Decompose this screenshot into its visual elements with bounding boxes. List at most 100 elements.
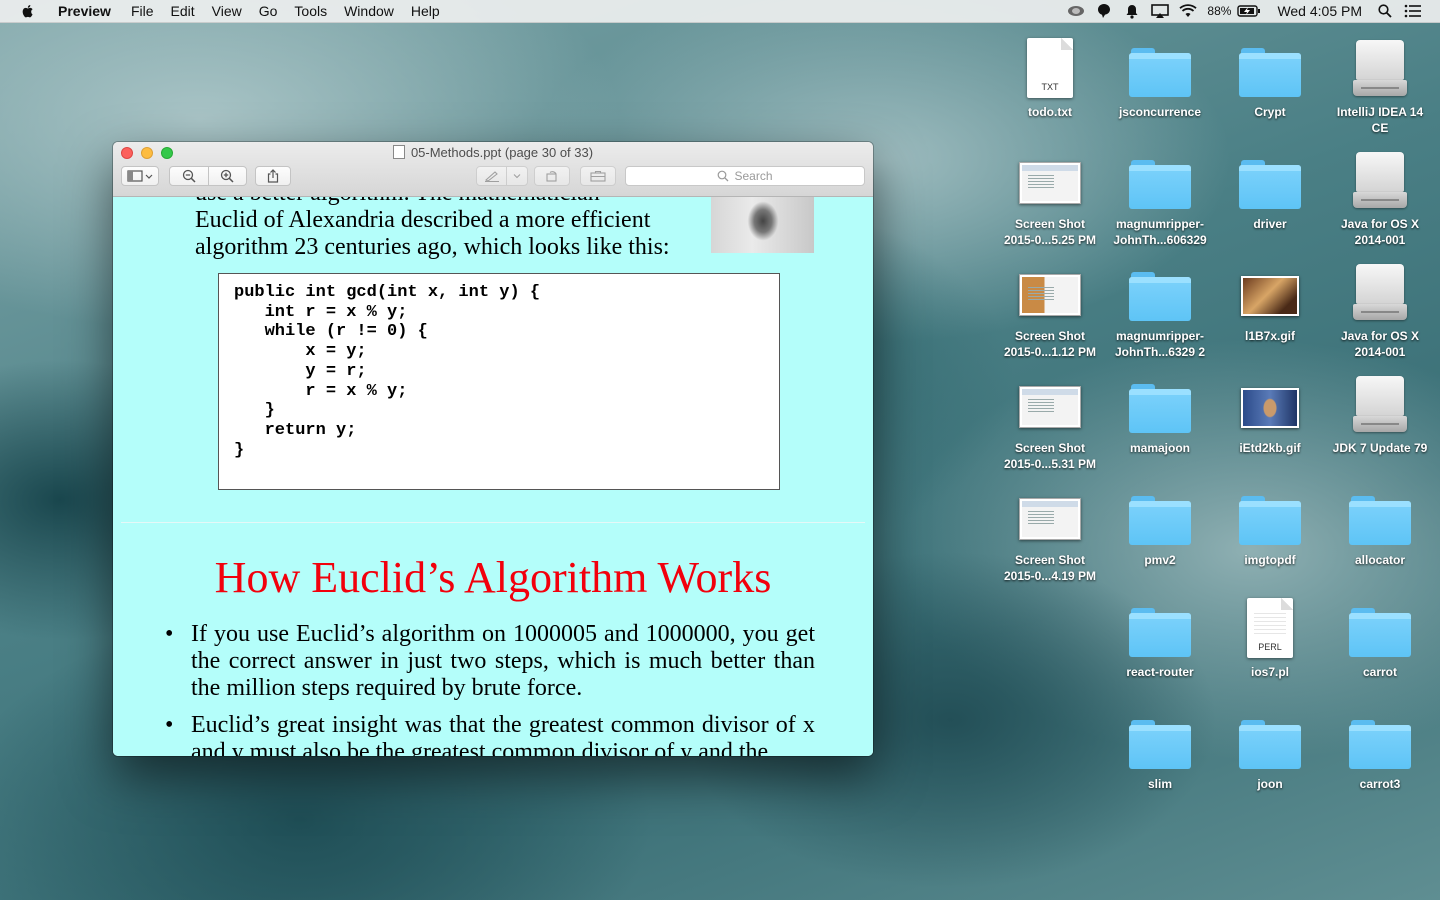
apple-menu-icon[interactable]: [20, 3, 36, 19]
zoom-out-icon: [182, 169, 196, 183]
desktop-item-label: Java for OS X 2014-001: [1340, 329, 1420, 359]
folder-icon: [1349, 720, 1411, 770]
menu-clock[interactable]: Wed 4:05 PM: [1277, 3, 1362, 19]
toolbox-button[interactable]: [580, 166, 616, 186]
euclid-portrait-image: [711, 197, 814, 253]
desktop-item-magnumripper-2[interactable]: magnumripper- JohnTh...6329 2: [1105, 254, 1215, 360]
desktop-item-pmv2[interactable]: pmv2: [1105, 478, 1215, 568]
search-icon: [718, 170, 729, 182]
chat-bubble-icon[interactable]: [1095, 3, 1113, 19]
sidebar-icon: [127, 170, 153, 182]
bullet-text: Euclid’s great insight was that the grea…: [191, 712, 815, 756]
desktop-item-magnumripper-1[interactable]: magnumripper- JohnTh...606329: [1105, 142, 1215, 248]
zoom-controls: [169, 166, 247, 186]
spotlight-search-icon[interactable]: [1376, 3, 1394, 19]
desktop-item-label: Screen Shot 2015-0...5.31 PM: [1003, 441, 1097, 471]
battery-percent: 88%: [1207, 4, 1232, 18]
notification-bell-icon[interactable]: [1123, 3, 1141, 19]
desktop-item-java-1[interactable]: Java for OS X 2014-001: [1325, 142, 1435, 248]
desktop-item-screenshot-2[interactable]: Screen Shot 2015-0...1.12 PM: [995, 254, 1105, 360]
folder-icon: [1129, 160, 1191, 210]
desktop-item-label: Screen Shot 2015-0...4.19 PM: [1003, 553, 1097, 583]
screenshot-thumbnail-icon: [1019, 498, 1081, 540]
folder-icon: [1239, 720, 1301, 770]
menu-help[interactable]: Help: [411, 3, 440, 19]
desktop-item-label: react-router: [1126, 665, 1194, 679]
bullet-text: If you use Euclid’s algorithm on 1000005…: [191, 621, 815, 701]
desktop-item-gif-2[interactable]: iEtd2kb.gif: [1215, 366, 1325, 456]
rotate-button[interactable]: [534, 166, 570, 186]
share-button[interactable]: [255, 166, 291, 186]
zoom-in-icon: [221, 169, 234, 183]
desktop-item-label: JDK 7 Update 79: [1332, 441, 1428, 455]
folder-icon: [1239, 48, 1301, 98]
status-area: 88% Wed 4:05 PM: [1067, 0, 1440, 22]
desktop-item-crypt[interactable]: Crypt: [1215, 30, 1325, 120]
disk-image-icon: [1353, 264, 1407, 322]
pen-icon: [484, 171, 499, 182]
desktop-item-react-router[interactable]: react-router: [1105, 590, 1215, 680]
gcd-code: public int gcd(int x, int y) { int r = x…: [234, 283, 541, 460]
desktop-item-label: Crypt: [1254, 105, 1286, 119]
preview-window: 05-Methods.ppt (page 30 of 33) Search Eu…: [113, 142, 873, 756]
search-field[interactable]: Search: [625, 166, 865, 186]
menu-go[interactable]: Go: [259, 3, 278, 19]
menu-file[interactable]: File: [131, 3, 154, 19]
zoom-out-button[interactable]: [170, 167, 208, 185]
desktop-item-mamajoon[interactable]: mamajoon: [1105, 366, 1215, 456]
desktop-item-ios7[interactable]: PERL ios7.pl: [1215, 590, 1325, 680]
desktop-item-screenshot-1[interactable]: Screen Shot 2015-0...5.25 PM: [995, 142, 1105, 248]
airplay-icon[interactable]: [1151, 3, 1170, 19]
wifi-icon[interactable]: [1179, 3, 1198, 19]
desktop-item-label: l1B7x.gif: [1244, 329, 1295, 343]
desktop-item-carrot[interactable]: carrot: [1325, 590, 1435, 680]
desktop-item-driver[interactable]: driver: [1215, 142, 1325, 232]
desktop-item-java-2[interactable]: Java for OS X 2014-001: [1325, 254, 1435, 360]
disk-image-icon: [1353, 376, 1407, 434]
menu-window[interactable]: Window: [344, 3, 394, 19]
folder-icon: [1349, 496, 1411, 546]
menu-app-preview[interactable]: Preview: [58, 3, 111, 19]
image-thumbnail-icon: [1241, 388, 1299, 428]
text-file-icon: TXT: [1027, 38, 1073, 98]
desktop-item-label: Java for OS X 2014-001: [1340, 217, 1420, 247]
desktop-item-screenshot-4[interactable]: Screen Shot 2015-0...4.19 PM: [995, 478, 1105, 584]
desktop-item-label: ios7.pl: [1250, 665, 1289, 679]
desktop-item-screenshot-3[interactable]: Screen Shot 2015-0...5.31 PM: [995, 366, 1105, 472]
desktop-item-carrot3[interactable]: carrot3: [1325, 702, 1435, 792]
desktop-item-todo[interactable]: TXT todo.txt: [995, 30, 1105, 120]
desktop-item-imgtopdf[interactable]: imgtopdf: [1215, 478, 1325, 568]
menu-tools[interactable]: Tools: [294, 3, 327, 19]
bullet-marker: •: [165, 621, 174, 647]
document-view[interactable]: use a better algorithm. The mathematicia…: [113, 197, 873, 756]
window-titlebar[interactable]: 05-Methods.ppt (page 30 of 33) Search: [113, 142, 873, 197]
menu-edit[interactable]: Edit: [171, 3, 195, 19]
sidebar-view-button[interactable]: [121, 166, 159, 186]
notification-center-icon[interactable]: [1404, 3, 1422, 19]
desktop-item-intellij[interactable]: IntelliJ IDEA 14 CE: [1325, 30, 1435, 136]
document-icon: [392, 145, 405, 159]
slide-title: How Euclid’s Algorithm Works: [214, 553, 772, 602]
markup-pen-button[interactable]: [476, 166, 528, 186]
rotate-icon: [546, 171, 557, 182]
screenshot-thumbnail-icon: [1019, 274, 1081, 316]
code-block: public int gcd(int x, int y) { int r = x…: [218, 273, 780, 490]
menu-view[interactable]: View: [212, 3, 242, 19]
desktop-item-gif-1[interactable]: l1B7x.gif: [1215, 254, 1325, 344]
desktop-item-label: magnumripper- JohnTh...606329: [1113, 217, 1207, 247]
desktop-item-label: driver: [1253, 217, 1287, 231]
desktop-item-label: jsconcurrence: [1118, 105, 1202, 119]
ghost-app-icon[interactable]: [1067, 3, 1085, 19]
desktop-item-jdk[interactable]: JDK 7 Update 79: [1325, 366, 1435, 456]
battery-charging-icon[interactable]: [1237, 3, 1261, 19]
disk-image-icon: [1353, 152, 1407, 210]
desktop-item-slim[interactable]: slim: [1105, 702, 1215, 792]
desktop-item-allocator[interactable]: allocator: [1325, 478, 1435, 568]
screenshot-thumbnail-icon: [1019, 386, 1081, 428]
zoom-in-button[interactable]: [208, 167, 246, 185]
folder-icon: [1129, 272, 1191, 322]
screenshot-thumbnail-icon: [1019, 162, 1081, 204]
desktop-item-label: iEtd2kb.gif: [1239, 441, 1301, 455]
desktop-item-joon[interactable]: joon: [1215, 702, 1325, 792]
desktop-item-jsconcurrence[interactable]: jsconcurrence: [1105, 30, 1215, 120]
